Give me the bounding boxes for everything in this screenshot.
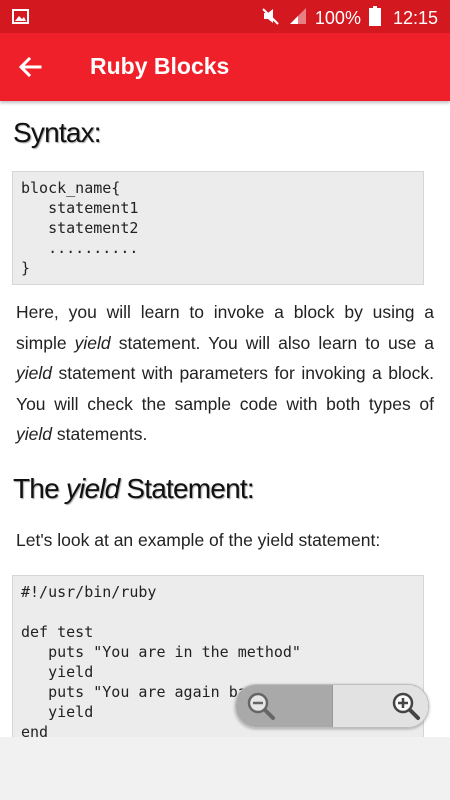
- article-content: Syntax: block_name{ statement1 statement…: [0, 101, 450, 737]
- yield-statement-heading: The yield Statement:: [13, 473, 255, 504]
- clock: 12:15: [392, 8, 438, 28]
- syntax-heading: Syntax:: [13, 117, 102, 148]
- mute-icon: [261, 7, 281, 30]
- image-icon: [12, 8, 29, 29]
- bottom-area: [0, 737, 450, 800]
- intro-paragraph: Here, you will learn to invoke a block b…: [16, 302, 434, 444]
- zoom-controls: [235, 684, 429, 728]
- battery-icon: [368, 6, 381, 31]
- zoom-out-icon: [247, 692, 275, 720]
- signal-icon: [289, 7, 307, 30]
- zoom-in-icon: [392, 692, 420, 720]
- arrow-left-icon[interactable]: [14, 51, 46, 83]
- example-intro-text: Let's look at an example of the yield st…: [16, 530, 381, 550]
- battery-text: 100%: [314, 8, 361, 28]
- page-title: Ruby Blocks: [90, 53, 230, 79]
- zoom-in-button[interactable]: [331, 685, 428, 727]
- status-bar: 100% 12:15: [0, 0, 450, 33]
- syntax-code-block: block_name{ statement1 statement2 ......…: [12, 171, 424, 285]
- zoom-out-button[interactable]: [236, 685, 332, 727]
- app-bar: Ruby Blocks: [0, 33, 450, 101]
